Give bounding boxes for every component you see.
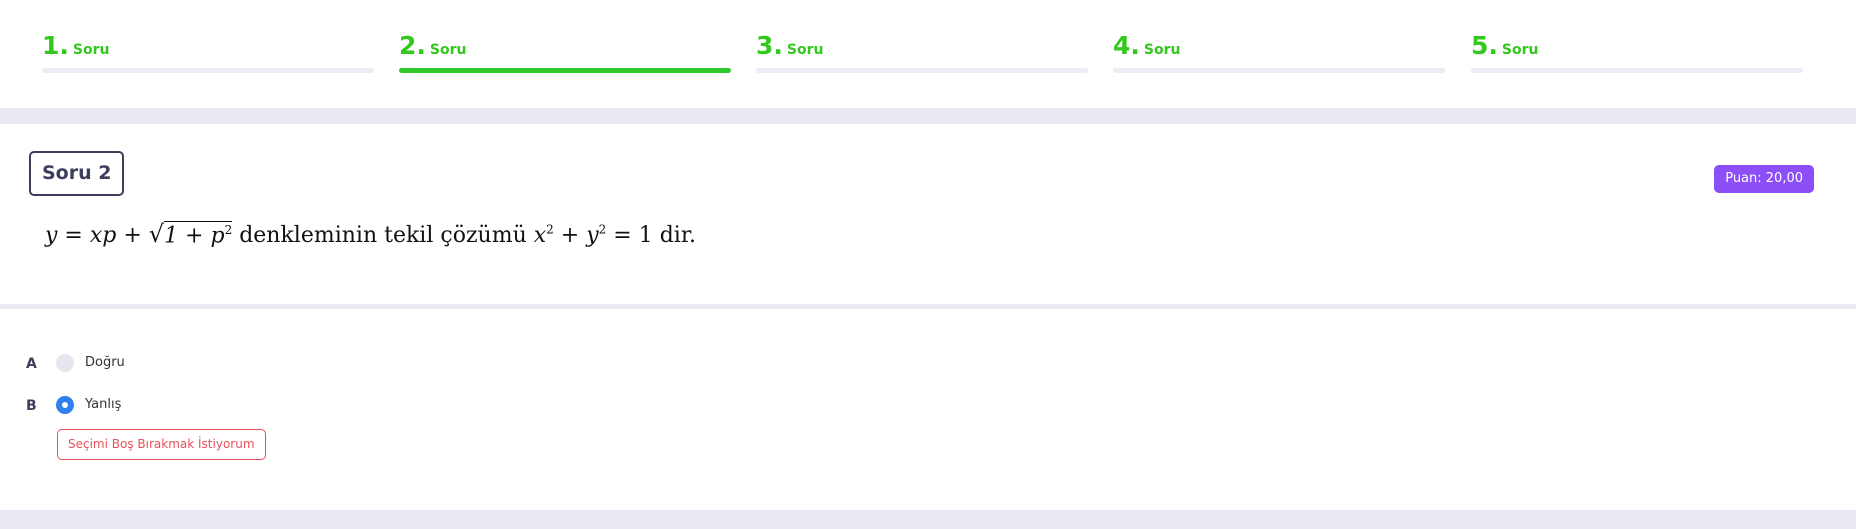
step-2-progress-bar bbox=[399, 68, 731, 73]
question-stepper: 1. Soru 2. Soru 3. Soru 4. Soru 5. Soru bbox=[0, 0, 1856, 108]
question-panel: Soru 2 Puan: 20,00 y = xp + √1 + p2 denk… bbox=[0, 124, 1856, 304]
step-5-progress-bar bbox=[1471, 68, 1803, 73]
step-2-number: 2. bbox=[399, 31, 426, 60]
question-title: Soru 2 bbox=[29, 151, 125, 196]
solution-rhs: = 1 bbox=[606, 223, 660, 248]
statement-end: dir. bbox=[659, 223, 696, 248]
step-2-label: Soru bbox=[429, 42, 467, 58]
answer-panel: A Doğru B Yanlış Seçimi Boş Bırakmak İst… bbox=[0, 309, 1856, 510]
clear-selection-button[interactable]: Seçimi Boş Bırakmak İstiyorum bbox=[57, 429, 266, 460]
step-1-label: Soru bbox=[72, 42, 110, 58]
step-5[interactable]: 5. Soru bbox=[1471, 0, 1803, 108]
solution-x-exponent: 2 bbox=[546, 222, 554, 237]
step-4-progress-bar bbox=[1113, 68, 1445, 73]
step-5-label: Soru bbox=[1501, 42, 1539, 58]
option-b-letter: B bbox=[26, 398, 37, 414]
option-a[interactable]: A Doğru bbox=[0, 352, 400, 376]
step-3[interactable]: 3. Soru bbox=[756, 0, 1088, 108]
step-1-number: 1. bbox=[42, 31, 69, 60]
step-3-number: 3. bbox=[756, 31, 783, 60]
question-statement: y = xp + √1 + p2 denkleminin tekil çözüm… bbox=[45, 220, 696, 248]
points-badge: Puan: 20,00 bbox=[1714, 165, 1814, 193]
step-3-label: Soru bbox=[786, 42, 824, 58]
solution-x: x bbox=[533, 223, 547, 248]
solution-y: y bbox=[586, 223, 599, 248]
step-4-label: Soru bbox=[1143, 42, 1181, 58]
equation-prefix: y = xp + bbox=[45, 223, 149, 248]
step-4-number: 4. bbox=[1113, 31, 1140, 60]
option-a-radio[interactable] bbox=[56, 354, 74, 372]
sqrt-radicand: 1 + p2 bbox=[164, 220, 233, 248]
step-4[interactable]: 4. Soru bbox=[1113, 0, 1445, 108]
statement-middle: denkleminin tekil çözümü bbox=[232, 223, 534, 248]
sqrt-symbol: √ bbox=[148, 220, 165, 248]
step-1-progress-bar bbox=[42, 68, 374, 73]
option-b-label[interactable]: Yanlış bbox=[85, 397, 121, 412]
solution-plus: + bbox=[553, 223, 587, 248]
sqrt-content: 1 + p bbox=[164, 223, 225, 248]
step-1[interactable]: 1. Soru bbox=[42, 0, 374, 108]
step-2[interactable]: 2. Soru bbox=[399, 0, 731, 108]
option-b[interactable]: B Yanlış bbox=[0, 394, 400, 418]
option-a-letter: A bbox=[26, 356, 37, 372]
step-3-progress-bar bbox=[756, 68, 1088, 73]
option-b-radio[interactable] bbox=[56, 396, 74, 414]
option-a-label[interactable]: Doğru bbox=[85, 355, 125, 370]
step-5-number: 5. bbox=[1471, 31, 1498, 60]
